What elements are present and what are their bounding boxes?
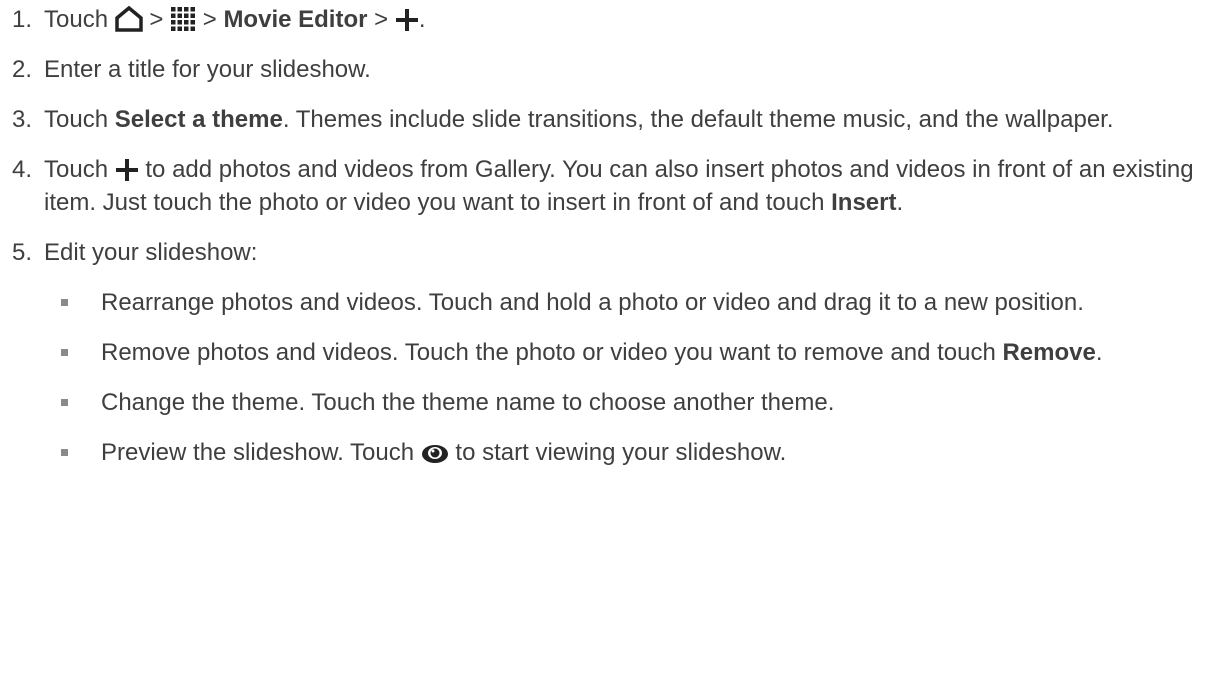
step-number: 3. [12,106,33,133]
bullet-preview: Preview the slideshow. Touch to start vi… [0,436,1205,469]
step-text: Touch [44,106,115,133]
step-2: 2. Enter a title for your slideshow. [0,53,1215,86]
step-text: Enter a title for your slideshow. [44,56,371,83]
step-list: 1. Touch > > Movie Editor > . 2. Enter a… [0,3,1215,469]
separator: > [149,6,164,33]
bullet-marker [61,449,68,456]
bullet-marker [61,399,68,406]
bullet-rearrange: Rearrange photos and videos. Touch and h… [0,286,1205,319]
step-end: . [418,6,426,33]
step-5: 5. Edit your slideshow: Rearrange photos… [0,236,1215,469]
bullet-remove: Remove photos and videos. Touch the phot… [0,336,1205,369]
insert-label: Insert [831,189,897,216]
step-3: 3. Touch Select a theme. Themes include … [0,103,1215,136]
bullet-marker [61,349,68,356]
step-text: Edit your slideshow: [44,239,258,266]
bullet-text: Change the theme. Touch the theme name t… [101,389,835,416]
eye-icon [421,443,449,465]
step-end: . [896,189,904,216]
home-icon [114,5,143,32]
step-4: 4. Touch to add photos and videos from G… [0,153,1215,219]
bullet-marker [61,299,68,306]
bullet-change-theme: Change the theme. Touch the theme name t… [0,386,1205,419]
select-theme-label: Select a theme [114,106,283,133]
separator: > [202,6,217,33]
plus-icon [115,158,139,182]
movie-editor-label: Movie Editor [223,6,368,33]
step-1: 1. Touch > > Movie Editor > . [0,3,1215,36]
edit-options-list: Rearrange photos and videos. Touch and h… [44,286,1205,469]
instructions-document: 1. Touch > > Movie Editor > . 2. Enter a… [0,0,1215,679]
step-text-tail: to add photos and videos from Gallery. Y… [44,156,1194,216]
step-number: 5. [12,239,33,266]
step-number: 2. [12,56,33,83]
plus-icon [395,8,419,32]
bullet-text: Remove photos and videos. Touch the phot… [101,339,1003,366]
remove-label: Remove [1002,339,1096,366]
separator: > [374,6,389,33]
bullet-text-tail: to start viewing your slideshow. [455,439,787,466]
step-text-tail: . Themes include slide transitions, the … [282,106,1114,133]
step-text: Touch [44,156,109,183]
bullet-text: Rearrange photos and videos. Touch and h… [101,289,1084,316]
step-number: 1. [12,6,33,33]
step-text: Touch [44,6,109,33]
step-number: 4. [12,156,33,183]
bullet-text: Preview the slideshow. Touch [101,439,415,466]
bullet-end: . [1095,339,1103,366]
apps-grid-icon [170,6,196,32]
